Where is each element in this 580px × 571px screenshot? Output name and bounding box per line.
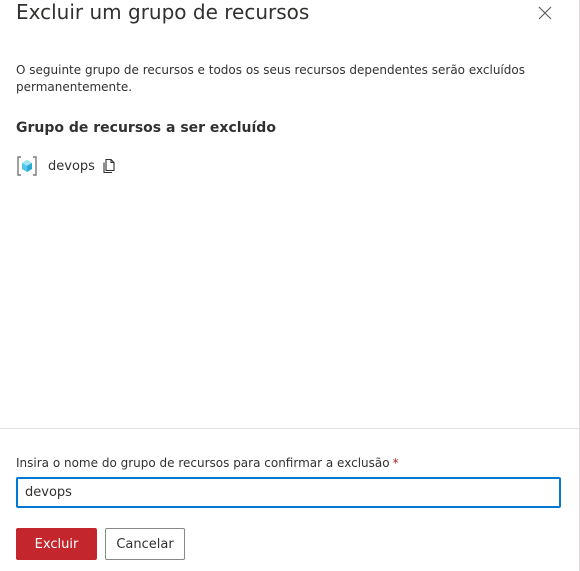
confirm-label: Insira o nome do grupo de recursos para …: [16, 455, 399, 471]
confirm-name-input[interactable]: [16, 477, 561, 508]
description-text: O seguinte grupo de recursos e todos os …: [16, 63, 525, 94]
required-marker: *: [392, 456, 399, 470]
resource-group-icon: [17, 156, 37, 176]
section-heading: Grupo de recursos a ser excluído: [16, 120, 276, 136]
resource-group-row: devops: [16, 155, 117, 177]
copy-icon[interactable]: [101, 158, 117, 174]
close-button[interactable]: [534, 2, 556, 24]
cancel-button[interactable]: Cancelar: [105, 528, 185, 560]
close-icon: [538, 6, 552, 20]
panel-title: Excluir um grupo de recursos: [16, 0, 310, 24]
confirm-label-text: Insira o nome do grupo de recursos para …: [16, 456, 390, 470]
delete-resource-group-panel: Excluir um grupo de recursos O seguinte …: [0, 0, 580, 571]
footer-divider: [0, 428, 580, 429]
delete-button[interactable]: Excluir: [16, 528, 97, 560]
resource-group-name: devops: [48, 158, 95, 174]
